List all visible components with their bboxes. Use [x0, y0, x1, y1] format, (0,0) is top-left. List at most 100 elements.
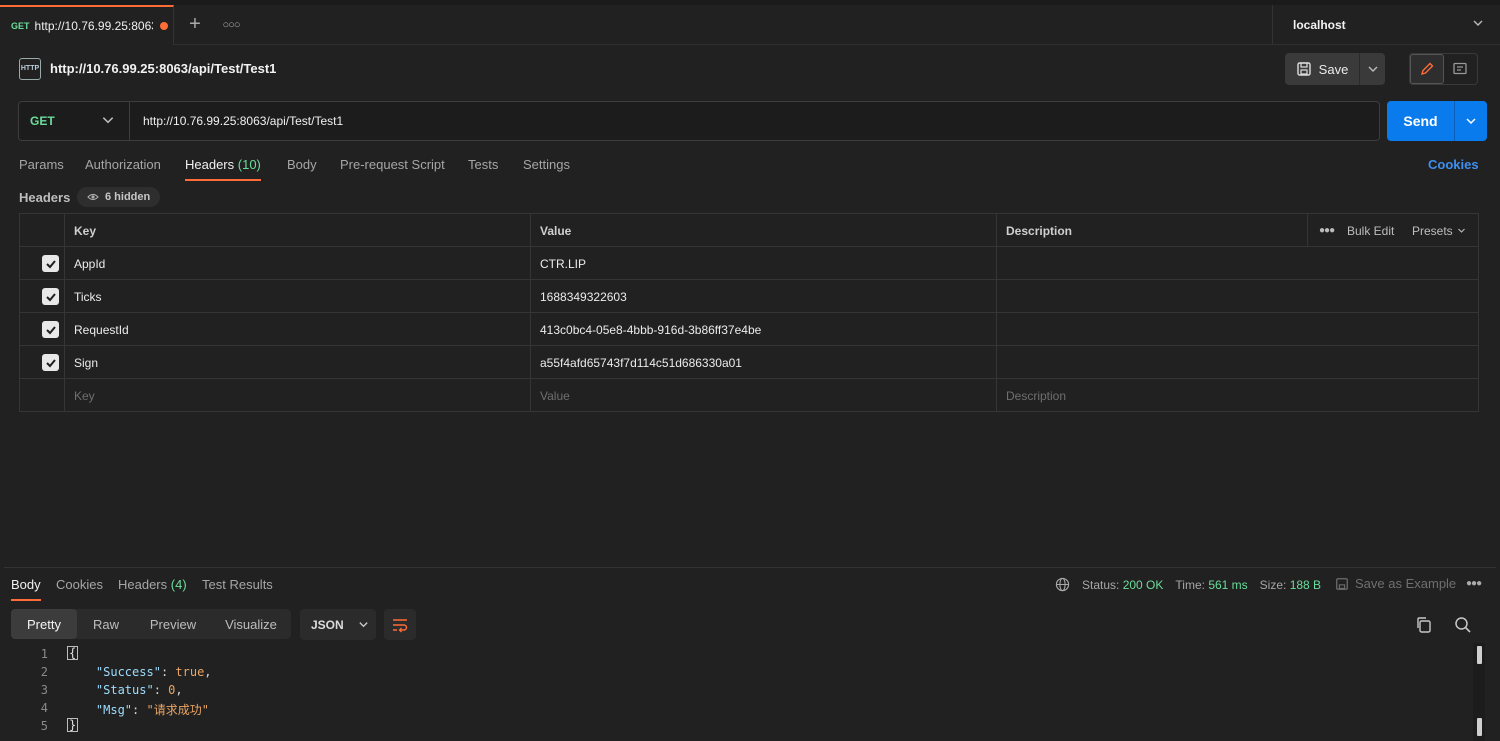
save-as-example-button[interactable]: Save as Example — [1335, 576, 1456, 591]
header-value[interactable]: 413c0bc4-05e8-4bbb-916d-3b86ff37e4be — [540, 313, 761, 346]
request-name[interactable]: http://10.76.99.25:8063/api/Test/Test1 — [50, 61, 276, 76]
table-row-new: Key Value Description — [20, 379, 1478, 412]
new-description-input[interactable]: Description — [1006, 379, 1066, 412]
tab-prerequest-script[interactable]: Pre-request Script — [340, 157, 445, 181]
header-enabled-checkbox[interactable] — [42, 288, 59, 305]
response-tab-headers-label: Headers — [118, 577, 168, 592]
environment-name: localhost — [1293, 18, 1346, 32]
chevron-down-icon — [359, 622, 368, 628]
send-button-group: Send — [1387, 101, 1487, 141]
pane-divider[interactable] — [4, 567, 1496, 568]
more-tabs-icon[interactable]: ○○○ — [220, 15, 242, 35]
send-button[interactable]: Send — [1387, 101, 1454, 141]
copy-icon[interactable] — [1414, 615, 1434, 635]
save-options-button[interactable] — [1359, 53, 1385, 85]
scrollbar-thumb[interactable] — [1477, 718, 1482, 736]
request-tab-method: GET — [11, 21, 30, 31]
header-value[interactable]: 1688349322603 — [540, 280, 627, 313]
response-tab-headers-count: (4) — [170, 577, 187, 592]
table-row: Sign a55f4afd65743f7d114c51d686330a01 — [20, 346, 1478, 379]
method-select[interactable]: GET — [19, 102, 130, 140]
send-options-button[interactable] — [1454, 101, 1487, 141]
search-icon[interactable] — [1453, 615, 1473, 635]
eye-icon — [87, 193, 99, 201]
more-actions-icon[interactable]: ●●● — [1319, 214, 1335, 247]
save-button-group: Save — [1285, 53, 1385, 85]
size-value[interactable]: 188 B — [1290, 578, 1321, 592]
presets-dropdown[interactable]: Presets — [1412, 214, 1466, 247]
view-mode-preview[interactable]: Preview — [135, 609, 211, 639]
response-tab-body[interactable]: Body — [11, 577, 41, 601]
url-input[interactable]: http://10.76.99.25:8063/api/Test/Test1 — [143, 114, 343, 128]
checkmark-icon — [45, 325, 56, 334]
new-tab-button[interactable]: + — [184, 14, 206, 36]
code-line: } — [67, 718, 79, 732]
code-line: "Success": true, — [95, 665, 212, 679]
header-key[interactable]: AppId — [74, 247, 105, 280]
view-mode-raw[interactable]: Raw — [77, 609, 135, 639]
save-icon — [1296, 62, 1311, 76]
table-header-row: Key Value Description ●●● Bulk Edit Pres… — [20, 214, 1478, 247]
line-number: 5 — [40, 719, 48, 733]
request-tab[interactable]: GET http://10.76.99.25:8063/api/Test/Tes… — [0, 5, 174, 45]
hidden-headers-toggle[interactable]: 6 hidden — [77, 187, 160, 207]
header-enabled-checkbox[interactable] — [42, 354, 59, 371]
tab-headers[interactable]: Headers (10) — [185, 157, 261, 181]
json-value: 0 — [168, 683, 176, 697]
header-key[interactable]: Ticks — [74, 280, 102, 313]
header-key[interactable]: Sign — [74, 346, 98, 379]
request-tab-title: http://10.76.99.25:8063/api/Test/Test1 — [34, 19, 153, 33]
response-tab-headers[interactable]: Headers (4) — [118, 577, 187, 601]
tab-headers-label: Headers — [185, 157, 235, 172]
code-open-brace: { — [67, 646, 79, 660]
status-label: Status: — [1082, 577, 1120, 592]
view-mode-pretty[interactable]: Pretty — [11, 609, 77, 639]
bulk-edit-button[interactable]: Bulk Edit — [1347, 214, 1394, 247]
header-value[interactable]: CTR.LIP — [540, 247, 586, 280]
time-value[interactable]: 561 ms — [1208, 578, 1247, 592]
globe-icon[interactable] — [1055, 577, 1070, 592]
header-key[interactable]: RequestId — [74, 313, 129, 346]
save-as-example-label: Save as Example — [1355, 576, 1457, 591]
response-meta: Status: 200 OK Time: 561 ms Size: 188 B — [1055, 577, 1321, 592]
save-button[interactable]: Save — [1285, 53, 1359, 85]
view-mode-visualize[interactable]: Visualize — [211, 609, 291, 639]
language-select[interactable]: JSON — [300, 609, 376, 640]
edit-button[interactable] — [1410, 54, 1444, 84]
environment-select[interactable]: localhost — [1272, 5, 1500, 45]
table-row: RequestId 413c0bc4-05e8-4bbb-916d-3b86ff… — [20, 313, 1478, 346]
scrollbar-thumb[interactable] — [1477, 646, 1482, 664]
code-line: { — [67, 646, 79, 660]
tab-settings[interactable]: Settings — [523, 157, 570, 181]
new-key-input[interactable]: Key — [74, 379, 95, 412]
code-close-brace: } — [67, 718, 79, 732]
chevron-down-icon — [102, 117, 114, 124]
new-value-input[interactable]: Value — [540, 379, 570, 412]
headers-table: Key Value Description ●●● Bulk Edit Pres… — [19, 213, 1479, 412]
tab-headers-count: (10) — [237, 157, 261, 172]
chevron-down-icon — [1457, 228, 1465, 233]
response-tab-cookies[interactable]: Cookies — [56, 577, 103, 601]
tab-tests[interactable]: Tests — [468, 157, 498, 181]
time-label: Time: — [1175, 577, 1205, 592]
checkmark-icon — [45, 358, 56, 367]
json-value: "请求成功" — [146, 703, 209, 717]
status-value[interactable]: 200 OK — [1123, 578, 1164, 592]
cookies-link[interactable]: Cookies — [1428, 157, 1479, 172]
json-value: true — [175, 665, 205, 679]
json-key: "Success" — [95, 665, 161, 679]
line-number: 1 — [40, 647, 48, 661]
save-label: Save — [1318, 61, 1349, 77]
header-value[interactable]: a55f4afd65743f7d114c51d686330a01 — [540, 346, 742, 379]
header-enabled-checkbox[interactable] — [42, 255, 59, 272]
wrap-lines-button[interactable] — [384, 609, 416, 640]
tab-params[interactable]: Params — [19, 157, 64, 181]
comments-button[interactable] — [1444, 54, 1477, 84]
response-more-icon[interactable]: ●●● — [1466, 578, 1482, 589]
response-tab-test-results[interactable]: Test Results — [202, 577, 273, 601]
tab-authorization[interactable]: Authorization — [85, 157, 161, 181]
view-mode-tabs: Pretty Raw Preview Visualize — [11, 609, 291, 639]
tab-body[interactable]: Body — [287, 157, 317, 181]
header-enabled-checkbox[interactable] — [42, 321, 59, 338]
column-key: Key — [74, 223, 97, 238]
